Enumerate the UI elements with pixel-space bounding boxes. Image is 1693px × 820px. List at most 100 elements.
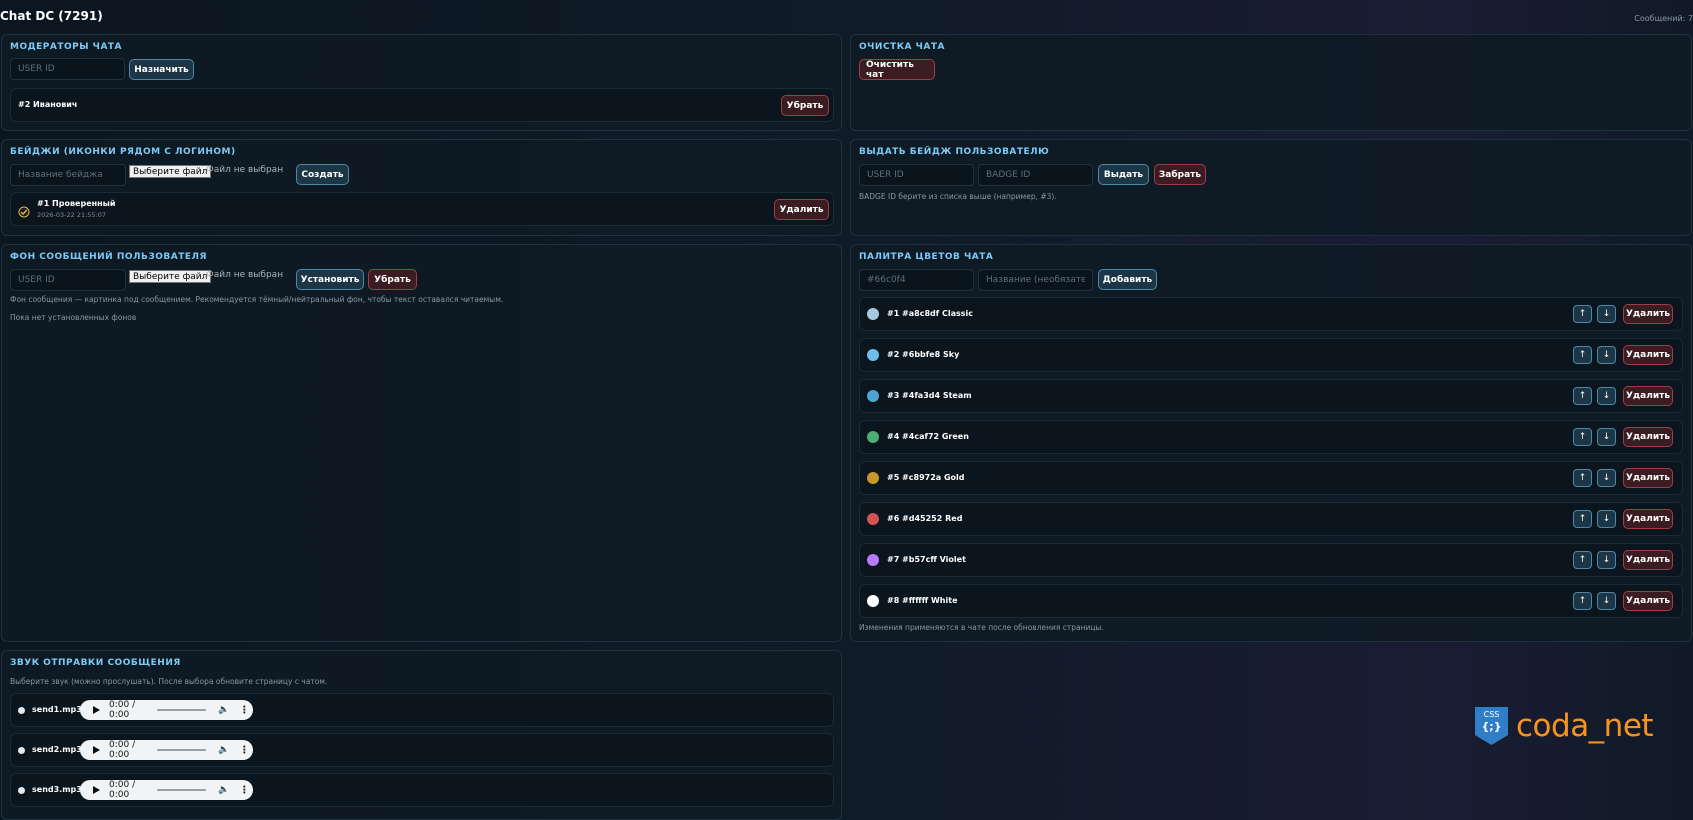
color-swatch [867, 390, 879, 402]
move-down-button[interactable]: ↓ [1597, 510, 1616, 528]
volume-icon[interactable]: 🔈 [218, 785, 229, 795]
message-count: Сообщений: 7 [1634, 14, 1693, 23]
remove-bg-button[interactable]: Убрать [368, 269, 417, 290]
sound-radio[interactable] [18, 747, 25, 754]
palette-label: #4 #4caf72 Green [887, 432, 969, 441]
more-options-icon[interactable]: ⋮ [239, 785, 249, 796]
css-shield-icon: CSS {;} [1475, 707, 1508, 745]
audio-player[interactable]: 0:00 / 0:00 🔈 ⋮ [80, 780, 253, 800]
badges-title: БЕЙДЖИ (ИКОНКИ РЯДОМ С ЛОГИНОМ) [10, 147, 236, 157]
delete-color-button[interactable]: Удалить [1623, 591, 1673, 611]
sound-row: send1.mp3 0:00 / 0:00 🔈 ⋮ [10, 693, 834, 727]
palette-name-input[interactable] [978, 269, 1093, 291]
palette-label: #2 #6bbfe8 Sky [887, 350, 960, 359]
remove-moderator-button[interactable]: Убрать [781, 95, 829, 116]
delete-color-button[interactable]: Удалить [1623, 509, 1673, 529]
audio-player[interactable]: 0:00 / 0:00 🔈 ⋮ [80, 740, 253, 760]
sound-row: send2.mp3 0:00 / 0:00 🔈 ⋮ [10, 733, 834, 767]
moderator-label: #2 Иванович [18, 100, 78, 109]
badge-file-status: Файл не выбран [206, 165, 284, 175]
sound-radio[interactable] [18, 787, 25, 794]
palette-label: #5 #c8972a Gold [887, 473, 965, 482]
sound-label: send2.mp3 [32, 745, 82, 754]
sound-radio[interactable] [18, 707, 25, 714]
badge-label: #1 Проверенный [37, 199, 116, 208]
sound-panel: ЗВУК ОТПРАВКИ СООБЩЕНИЯ Выберите звук (м… [1, 650, 842, 820]
message-bg-empty: Пока нет установленных фонов [10, 313, 137, 322]
audio-time: 0:00 / 0:00 [109, 700, 136, 720]
delete-color-button[interactable]: Удалить [1623, 427, 1673, 447]
message-bg-file-button[interactable]: Выберите файл [129, 270, 212, 283]
audio-time: 0:00 / 0:00 [109, 740, 136, 760]
palette-label: #6 #d45252 Red [887, 514, 963, 523]
audio-progress[interactable] [157, 789, 206, 791]
more-options-icon[interactable]: ⋮ [239, 745, 249, 756]
clear-chat-button[interactable]: Очистить чат [859, 59, 935, 80]
move-up-button[interactable]: ↑ [1573, 387, 1592, 405]
move-up-button[interactable]: ↑ [1573, 510, 1592, 528]
play-icon[interactable] [93, 786, 100, 794]
create-badge-button[interactable]: Создать [296, 164, 349, 185]
set-bg-button[interactable]: Установить [296, 269, 364, 290]
volume-icon[interactable]: 🔈 [218, 705, 229, 715]
audio-progress[interactable] [157, 749, 206, 751]
delete-badge-button[interactable]: Удалить [774, 199, 829, 220]
play-icon[interactable] [93, 706, 100, 714]
give-badge-button[interactable]: Выдать [1098, 164, 1149, 185]
message-bg-panel: ФОН СООБЩЕНИЙ ПОЛЬЗОВАТЕЛЯ Выберите файл… [1, 244, 842, 642]
moderator-user-id-input[interactable] [10, 58, 125, 80]
color-swatch [867, 472, 879, 484]
move-down-button[interactable]: ↓ [1597, 551, 1616, 569]
assign-moderator-button[interactable]: Назначить [129, 59, 194, 80]
move-down-button[interactable]: ↓ [1597, 469, 1616, 487]
badge-file-button[interactable]: Выберите файл [129, 165, 212, 178]
move-down-button[interactable]: ↓ [1597, 592, 1616, 610]
palette-row: #6 #d45252 Red ↑ ↓ Удалить [859, 502, 1683, 536]
delete-color-button[interactable]: Удалить [1623, 386, 1673, 406]
move-up-button[interactable]: ↑ [1573, 305, 1592, 323]
play-icon[interactable] [93, 746, 100, 754]
move-down-button[interactable]: ↓ [1597, 346, 1616, 364]
message-bg-user-id-input[interactable] [10, 269, 126, 291]
palette-row: #2 #6bbfe8 Sky ↑ ↓ Удалить [859, 338, 1683, 372]
top-bar: Chat DC (7291) Сообщений: 7 [0, 0, 1693, 32]
palette-row: #8 #ffffff White ↑ ↓ Удалить [859, 584, 1683, 618]
color-swatch [867, 554, 879, 566]
palette-label: #7 #b57cff Violet [887, 555, 966, 564]
message-bg-hint: Фон сообщения — картинка под сообщением.… [10, 295, 504, 304]
coda-net-logo: CSS {;} coda_net [1475, 707, 1654, 745]
delete-color-button[interactable]: Удалить [1623, 304, 1673, 324]
color-swatch [867, 349, 879, 361]
badge-name-input[interactable] [10, 164, 126, 186]
audio-progress[interactable] [157, 709, 206, 711]
move-down-button[interactable]: ↓ [1597, 305, 1616, 323]
palette-row: #7 #b57cff Violet ↑ ↓ Удалить [859, 543, 1683, 577]
move-up-button[interactable]: ↑ [1573, 592, 1592, 610]
move-down-button[interactable]: ↓ [1597, 387, 1616, 405]
message-bg-title: ФОН СООБЩЕНИЙ ПОЛЬЗОВАТЕЛЯ [10, 252, 207, 262]
delete-color-button[interactable]: Удалить [1623, 468, 1673, 488]
badges-panel: БЕЙДЖИ (ИКОНКИ РЯДОМ С ЛОГИНОМ) Выберите… [1, 139, 842, 236]
move-up-button[interactable]: ↑ [1573, 469, 1592, 487]
move-up-button[interactable]: ↑ [1573, 428, 1592, 446]
audio-player[interactable]: 0:00 / 0:00 🔈 ⋮ [80, 700, 253, 720]
palette-row: #1 #a8c8df Classic ↑ ↓ Удалить [859, 297, 1683, 331]
clear-chat-title: ОЧИСТКА ЧАТА [859, 42, 945, 52]
give-badge-user-id-input[interactable] [859, 164, 974, 186]
move-down-button[interactable]: ↓ [1597, 428, 1616, 446]
sound-label: send3.mp3 [32, 785, 82, 794]
color-swatch [867, 431, 879, 443]
delete-color-button[interactable]: Удалить [1623, 345, 1673, 365]
more-options-icon[interactable]: ⋮ [239, 705, 249, 716]
page-title: Chat DC (7291) [0, 9, 103, 23]
add-color-button[interactable]: Добавить [1098, 269, 1157, 290]
volume-icon[interactable]: 🔈 [218, 745, 229, 755]
palette-title: ПАЛИТРА ЦВЕТОВ ЧАТА [859, 252, 994, 262]
sound-title: ЗВУК ОТПРАВКИ СООБЩЕНИЯ [10, 658, 181, 668]
give-badge-badge-id-input[interactable] [978, 164, 1093, 186]
move-up-button[interactable]: ↑ [1573, 346, 1592, 364]
move-up-button[interactable]: ↑ [1573, 551, 1592, 569]
delete-color-button[interactable]: Удалить [1623, 550, 1673, 570]
take-badge-button[interactable]: Забрать [1154, 164, 1206, 185]
palette-color-input[interactable] [859, 269, 974, 291]
